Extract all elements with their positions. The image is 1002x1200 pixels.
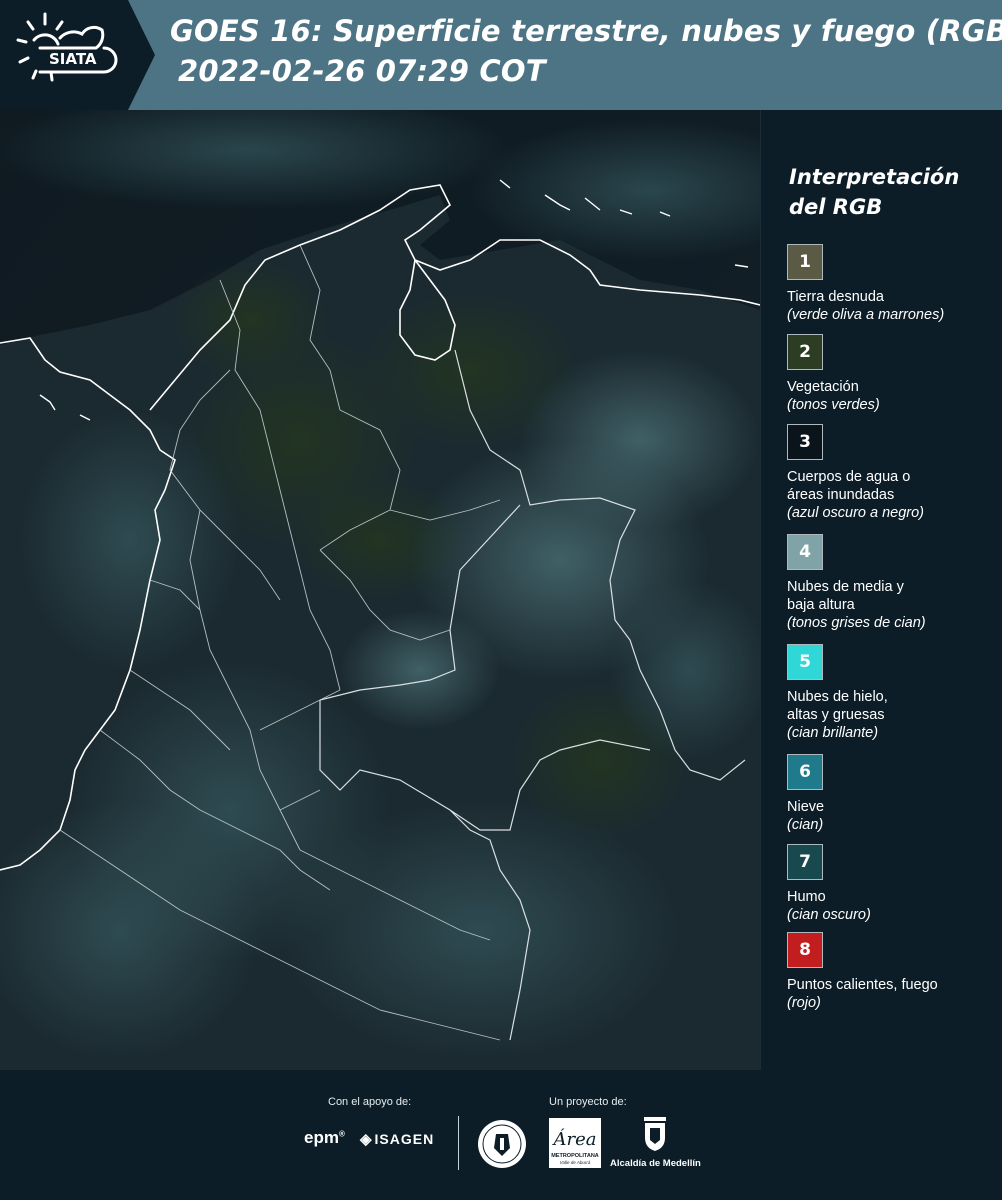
legend-panel: Interpretación del RGB 1 Tierra desnuda (v… bbox=[760, 110, 1002, 1070]
area-metropolitana-logo: Área METROPOLITANA Valle de Aburrá bbox=[549, 1118, 601, 1172]
legend-swatch: 6 bbox=[787, 754, 823, 790]
legend-item-3: 3 Cuerpos de agua o áreas inundadas (azul … bbox=[787, 424, 997, 522]
legend-item-label: Vegetación bbox=[787, 379, 859, 395]
legend-item-label: Humo bbox=[787, 889, 826, 905]
footer-divider bbox=[458, 1116, 459, 1170]
legend-swatch: 3 bbox=[787, 424, 823, 460]
isagen-mark-icon: ◈ bbox=[360, 1131, 373, 1148]
siata-logo-text: SIATA bbox=[49, 50, 97, 68]
legend-item-description: (cian oscuro) bbox=[787, 907, 871, 923]
legend-item-1: 1 Tierra desnuda (verde oliva a marrones) bbox=[787, 244, 997, 324]
legend-item-description: (rojo) bbox=[787, 995, 821, 1011]
siata-logo: SIATA bbox=[0, 0, 155, 110]
legend-title: Interpretación del RGB bbox=[789, 165, 960, 219]
legend-item-7: 7 Humo (cian oscuro) bbox=[787, 844, 997, 924]
legend-item-label: Puntos calientes, fuego bbox=[787, 977, 938, 993]
support-caption: Con el apoyo de: bbox=[328, 1096, 412, 1108]
legend-item-4: 4 Nubes de media y baja altura (tonos gris… bbox=[787, 534, 997, 632]
satellite-map[interactable] bbox=[0, 110, 760, 1070]
isagen-logo: ◈ ISAGEN bbox=[360, 1131, 435, 1148]
page-title: GOES 16: Superficie terrestre, nubes y f… bbox=[170, 14, 1002, 48]
epm-logo: epm® bbox=[304, 1128, 345, 1147]
legend-swatch: 4 bbox=[787, 534, 823, 570]
footer: Con el apoyo de: Un proyecto de: epm® ◈ I… bbox=[0, 1070, 1002, 1200]
legend-item-description: (cian brillante) bbox=[787, 725, 879, 741]
legend-item-label: Cuerpos de agua o áreas inundadas bbox=[787, 469, 911, 503]
legend-item-description: (tonos verdes) bbox=[787, 397, 880, 413]
legend-item-label: Nieve bbox=[787, 799, 825, 815]
legend-item-2: 2 Vegetación (tonos verdes) bbox=[787, 334, 997, 414]
legend-item-description: (verde oliva a marrones) bbox=[787, 307, 945, 323]
svg-text:METROPOLITANA: METROPOLITANA bbox=[551, 1153, 599, 1159]
legend-item-description: (azul oscuro a negro) bbox=[787, 505, 925, 521]
legend-item-description: (cian) bbox=[787, 817, 824, 833]
university-seal-logo bbox=[478, 1120, 526, 1168]
legend-item-label: Nubes de media y baja altura bbox=[787, 579, 904, 613]
alcaldia-medellin-logo: Alcaldía de Medellín bbox=[610, 1116, 701, 1169]
legend-swatch: 7 bbox=[787, 844, 823, 880]
legend-swatch: 5 bbox=[787, 644, 823, 680]
legend-swatch: 8 bbox=[787, 932, 823, 968]
svg-text:Valle de Aburrá: Valle de Aburrá bbox=[560, 1160, 591, 1165]
legend-item-8: 8 Puntos calientes, fuego (rojo) bbox=[787, 932, 997, 1012]
page-timestamp: 2022-02-26 07:29 COT bbox=[178, 54, 546, 88]
alcaldia-text: Alcaldía de Medellín bbox=[610, 1158, 701, 1169]
legend-item-label: Tierra desnuda bbox=[787, 289, 884, 305]
legend-swatch: 2 bbox=[787, 334, 823, 370]
coat-of-arms-icon bbox=[644, 1117, 666, 1151]
header: SIATA GOES 16: Superficie terrestre, nub… bbox=[0, 0, 1002, 110]
map-svg bbox=[0, 110, 760, 1070]
legend-swatch: 1 bbox=[787, 244, 823, 280]
project-caption: Un proyecto de: bbox=[549, 1096, 627, 1108]
legend-item-description: (tonos grises de cian) bbox=[787, 615, 926, 631]
legend-item-5: 5 Nubes de hielo, altas y gruesas (cian br… bbox=[787, 644, 997, 742]
svg-text:Área: Área bbox=[552, 1127, 597, 1150]
legend-item-6: 6 Nieve (cian) bbox=[787, 754, 997, 834]
legend-item-label: Nubes de hielo, altas y gruesas bbox=[787, 689, 888, 723]
